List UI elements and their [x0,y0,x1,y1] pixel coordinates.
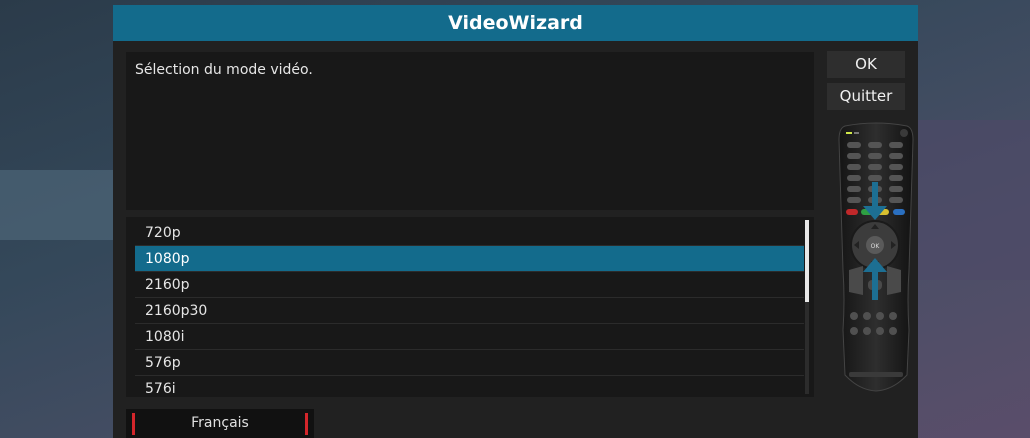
svg-text:OK: OK [871,243,881,250]
language-label: Français [191,415,249,431]
remote-control-icon: OK [838,122,914,392]
list-item-1080p[interactable]: 1080p [135,246,804,272]
description-panel: Sélection du mode vidéo. [126,52,814,210]
list-item-720p[interactable]: 720p [135,220,804,246]
language-marker-right [305,413,308,435]
dialog-title: VideoWizard [113,5,918,41]
ok-button[interactable]: OK [827,51,905,78]
language-button[interactable]: Français [126,409,314,438]
quit-button[interactable]: Quitter [827,83,905,110]
list-item-1080i[interactable]: 1080i [135,324,804,350]
background-band [0,170,120,240]
scrollbar-thumb[interactable] [805,220,809,302]
list-item-576i[interactable]: 576i [135,376,804,397]
video-wizard-dialog: VideoWizard Sélection du mode vidéo. 720… [113,5,918,438]
list-item-2160p30[interactable]: 2160p30 [135,298,804,324]
description-text: Sélection du mode vidéo. [135,62,313,78]
background-band-right [918,120,1030,280]
list-item-576p[interactable]: 576p [135,350,804,376]
list-scrollbar[interactable] [805,220,809,394]
language-marker-left [132,413,135,435]
list-item-2160p[interactable]: 2160p [135,272,804,298]
video-mode-list[interactable]: 720p 1080p 2160p 2160p30 1080i 576p 576i [126,217,814,397]
